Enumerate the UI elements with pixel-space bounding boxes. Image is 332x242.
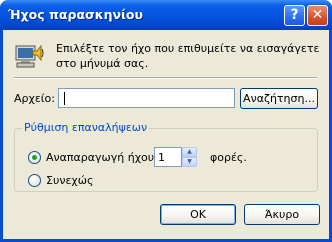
- continuous-radio[interactable]: [28, 174, 41, 187]
- spin-down-arrow-icon[interactable]: ▼: [182, 157, 197, 167]
- spin-up-arrow-icon[interactable]: ▲: [182, 147, 197, 157]
- times-label: φορές.: [210, 151, 247, 164]
- repeat-settings-label: Ρύθμιση επαναλήψεων: [22, 121, 150, 134]
- continuous-label[interactable]: Συνεχώς: [46, 174, 93, 187]
- radio-selected-dot: [32, 155, 37, 160]
- dialog-window: Ήχος παρασκηνίου ? ✕ Επιλέξτε τον ήχο πο…: [0, 0, 332, 242]
- text-caret: [64, 92, 65, 105]
- window-title: Ήχος παρασκηνίου: [8, 7, 143, 22]
- play-sound-radio[interactable]: [28, 151, 41, 164]
- file-input[interactable]: [58, 88, 235, 108]
- instruction-line-1: Επιλέξτε τον ήχο που επιθυμείτε να εισαγ…: [56, 42, 320, 55]
- sound-computer-icon: [15, 42, 45, 68]
- ok-button[interactable]: OK: [160, 204, 236, 225]
- dialog-body: Επιλέξτε τον ήχο που επιθυμείτε να εισαγ…: [3, 30, 329, 239]
- instruction-line-2: στο μήνυμά σας.: [56, 57, 149, 70]
- repeat-count-spinner[interactable]: ▲ ▼: [182, 147, 197, 167]
- title-bar[interactable]: Ήχος παρασκηνίου ? ✕: [0, 0, 332, 30]
- file-label: Αρχείο:: [14, 92, 55, 105]
- cancel-button[interactable]: Άκυρο: [244, 204, 320, 225]
- repeat-count-input[interactable]: [154, 147, 182, 167]
- browse-button[interactable]: Αναζήτηση...: [240, 88, 318, 109]
- play-sound-label[interactable]: Αναπαραγωγή ήχου: [46, 151, 154, 164]
- divider: [14, 77, 317, 79]
- help-button[interactable]: ?: [284, 5, 305, 26]
- close-button[interactable]: ✕: [307, 5, 328, 26]
- instruction-text: Επιλέξτε τον ήχο που επιθυμείτε να εισαγ…: [56, 41, 319, 71]
